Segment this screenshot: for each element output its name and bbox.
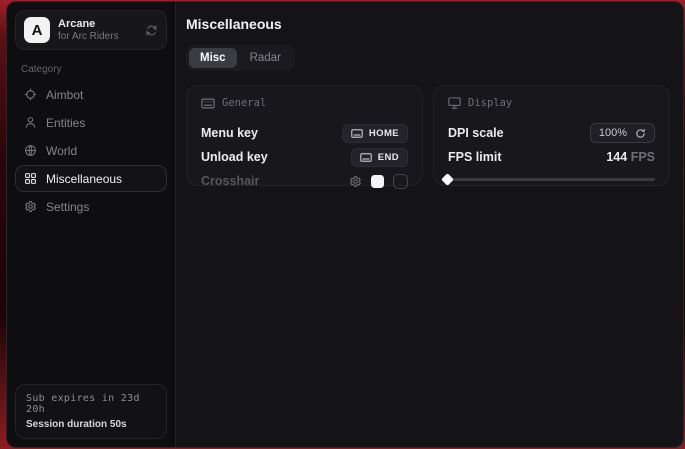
menu-key-label: Menu key xyxy=(201,126,258,140)
category-nav: Aimbot Entities World xyxy=(15,81,167,221)
unload-key-label: Unload key xyxy=(201,150,268,164)
sidebar-item-entities[interactable]: Entities xyxy=(15,109,167,136)
fps-limit-value: 144 FPS xyxy=(606,150,655,164)
unload-key-row: Unload key END xyxy=(201,145,408,169)
brand-logo: A xyxy=(24,17,50,43)
slider-track xyxy=(448,178,655,181)
sidebar-item-label: World xyxy=(46,144,77,158)
slider-thumb[interactable] xyxy=(441,173,454,186)
keyboard-icon xyxy=(201,98,215,109)
dpi-scale-label: DPI scale xyxy=(448,126,504,140)
tab-bar: Misc Radar xyxy=(186,45,295,71)
subscription-card: Sub expires in 23d 20h Session duration … xyxy=(15,384,167,439)
tab-radar[interactable]: Radar xyxy=(239,48,292,68)
general-panel-title: General xyxy=(222,97,266,109)
sync-icon[interactable] xyxy=(145,24,158,37)
display-panel-title: Display xyxy=(468,97,512,109)
fps-unit: FPS xyxy=(631,150,655,164)
brand-subtitle: for Arc Riders xyxy=(58,31,137,43)
entities-icon xyxy=(24,116,37,129)
unload-key-value: END xyxy=(378,152,399,163)
crosshair-checkbox[interactable] xyxy=(393,174,408,189)
gear-icon xyxy=(24,200,37,213)
general-panel: General Menu key HOME Unload key xyxy=(186,85,423,186)
sidebar-item-label: Settings xyxy=(46,200,89,214)
crosshair-icon xyxy=(24,88,37,101)
brand-card: A Arcane for Arc Riders xyxy=(15,10,167,50)
main-content: Miscellaneous Misc Radar General xyxy=(176,2,683,447)
menu-key-value: HOME xyxy=(369,128,399,139)
globe-icon xyxy=(24,144,37,157)
tab-misc[interactable]: Misc xyxy=(189,48,237,68)
category-label: Category xyxy=(21,64,161,75)
panels: General Menu key HOME Unload key xyxy=(186,85,670,186)
crosshair-label: Crosshair xyxy=(201,174,259,188)
sidebar-item-world[interactable]: World xyxy=(15,137,167,164)
menu-key-bind-button[interactable]: HOME xyxy=(342,124,408,143)
brand-name: Arcane xyxy=(58,18,137,31)
crosshair-row: Crosshair xyxy=(201,169,408,193)
session-duration-text: Session duration 50s xyxy=(26,419,156,430)
refresh-icon[interactable] xyxy=(635,128,646,139)
app-window: A Arcane for Arc Riders Category xyxy=(6,1,684,448)
dpi-scale-control[interactable]: 100% xyxy=(590,123,655,143)
grid-icon xyxy=(24,172,37,185)
brand-text: Arcane for Arc Riders xyxy=(58,18,137,42)
keyboard-icon xyxy=(351,129,363,138)
sidebar-item-label: Miscellaneous xyxy=(46,172,122,186)
sub-expires-text: Sub expires in 23d 20h xyxy=(26,393,156,415)
sidebar: A Arcane for Arc Riders Category xyxy=(7,2,176,447)
general-panel-header: General xyxy=(201,97,408,109)
keyboard-icon xyxy=(360,153,372,162)
unload-key-bind-button[interactable]: END xyxy=(351,148,408,167)
menu-key-row: Menu key HOME xyxy=(201,121,408,145)
sidebar-item-settings[interactable]: Settings xyxy=(15,193,167,220)
monitor-icon xyxy=(448,97,461,109)
page-title: Miscellaneous xyxy=(186,16,670,32)
sidebar-item-aimbot[interactable]: Aimbot xyxy=(15,81,167,108)
dpi-scale-row: DPI scale 100% xyxy=(448,121,655,145)
fps-limit-label: FPS limit xyxy=(448,150,501,164)
fps-limit-slider[interactable] xyxy=(448,173,655,185)
fps-number: 144 xyxy=(606,150,627,164)
crosshair-color-swatch[interactable] xyxy=(371,175,384,188)
sidebar-item-label: Entities xyxy=(46,116,85,130)
sidebar-item-label: Aimbot xyxy=(46,88,83,102)
crosshair-settings-gear-icon[interactable] xyxy=(349,175,362,188)
dpi-scale-value: 100% xyxy=(599,127,627,139)
crosshair-controls xyxy=(349,174,408,189)
sidebar-item-miscellaneous[interactable]: Miscellaneous xyxy=(15,165,167,192)
display-panel-header: Display xyxy=(448,97,655,109)
fps-limit-row: FPS limit 144 FPS xyxy=(448,145,655,169)
display-panel: Display DPI scale 100% FPS limit xyxy=(433,85,670,186)
